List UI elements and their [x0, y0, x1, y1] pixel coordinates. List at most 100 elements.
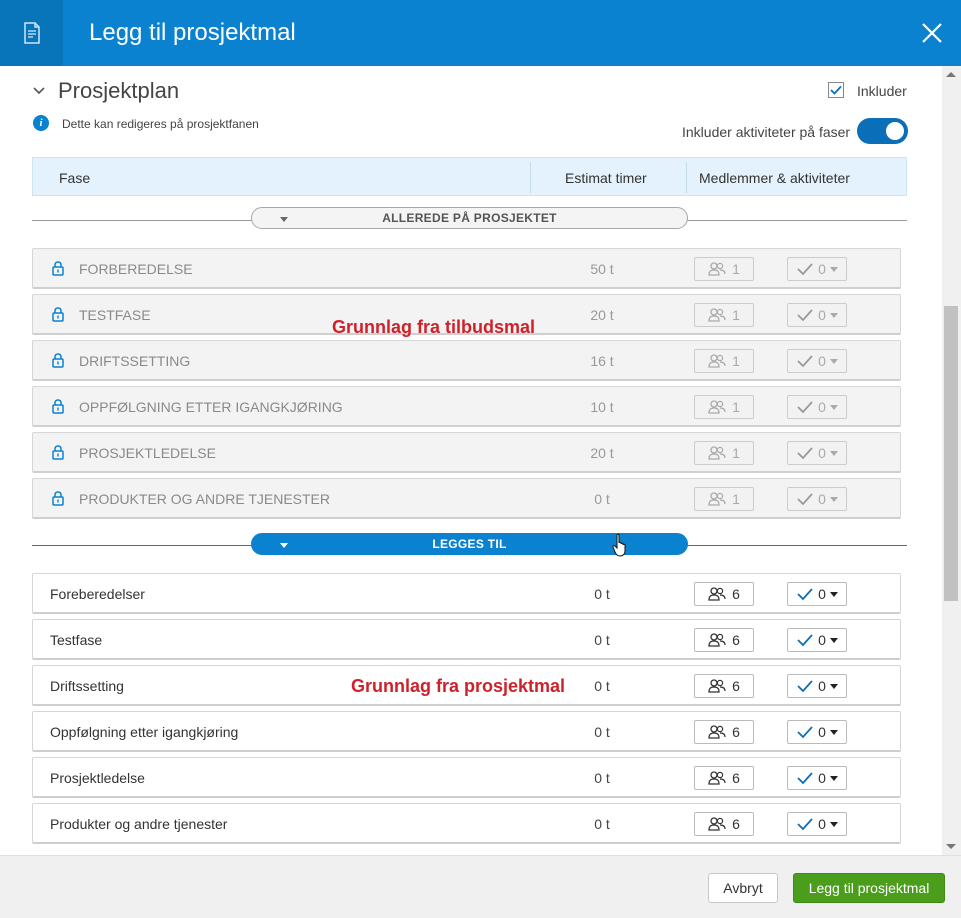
- scroll-up-icon[interactable]: [946, 72, 956, 77]
- table-row: Prosjektledelse 0 t 6 0: [32, 757, 901, 798]
- phase-estimate: 20 t: [590, 445, 614, 461]
- checkmark-icon: [796, 587, 814, 601]
- activities-dropdown[interactable]: 0: [787, 257, 847, 281]
- members-button[interactable]: 6: [694, 812, 754, 836]
- people-icon: [708, 725, 726, 739]
- members-count: 1: [732, 261, 740, 277]
- close-icon[interactable]: [919, 20, 945, 46]
- added-group-label: LEGGES TIL: [432, 537, 507, 551]
- include-label: Inkluder: [857, 83, 907, 99]
- activities-dropdown[interactable]: 0: [787, 441, 847, 465]
- checkmark-icon: [796, 400, 814, 414]
- checkmark-icon: [796, 771, 814, 785]
- dialog-header: Legg til prosjektmal: [0, 0, 961, 66]
- caret-down-icon: [829, 450, 838, 456]
- phase-estimate: 0 t: [594, 724, 610, 740]
- caret-down-icon: [829, 637, 838, 643]
- people-icon: [708, 446, 726, 460]
- caret-down-icon: [829, 821, 838, 827]
- lock-icon: [52, 261, 64, 281]
- people-icon: [708, 354, 726, 368]
- column-header-estimate: Estimat timer: [565, 170, 647, 186]
- add-project-template-button[interactable]: Legg til prosjektmal: [793, 873, 945, 903]
- phase-name: Driftssetting: [50, 678, 124, 694]
- phase-estimate: 0 t: [594, 816, 610, 832]
- include-checkbox[interactable]: [828, 82, 844, 98]
- phase-name: Oppfølgning etter igangkjøring: [50, 724, 239, 740]
- members-count: 1: [732, 353, 740, 369]
- checkmark-icon: [796, 308, 814, 322]
- members-button[interactable]: 6: [694, 582, 754, 606]
- phase-name: OPPFØLGNING ETTER IGANGKJØRING: [79, 399, 343, 415]
- people-icon: [708, 587, 726, 601]
- scroll-down-icon[interactable]: [946, 844, 956, 849]
- members-button[interactable]: 1: [694, 349, 754, 373]
- members-button[interactable]: 1: [694, 395, 754, 419]
- dialog-content: Prosjektplan Inkluder i Dette kan redige…: [0, 66, 942, 855]
- members-button[interactable]: 1: [694, 487, 754, 511]
- phase-estimate: 0 t: [594, 770, 610, 786]
- people-icon: [708, 400, 726, 414]
- activities-dropdown[interactable]: 0: [787, 487, 847, 511]
- people-icon: [708, 633, 726, 647]
- members-count: 1: [732, 491, 740, 507]
- members-button[interactable]: 6: [694, 628, 754, 652]
- existing-group-toggle[interactable]: ALLEREDE PÅ PROSJEKTET: [251, 207, 688, 229]
- members-button[interactable]: 6: [694, 674, 754, 698]
- include-activities-toggle[interactable]: [857, 118, 908, 144]
- members-count: 6: [732, 678, 740, 694]
- phase-name: FORBEREDELSE: [79, 261, 193, 277]
- activities-dropdown[interactable]: 0: [787, 628, 847, 652]
- annotation-added: Grunnlag fra prosjektmal: [351, 676, 566, 696]
- activities-dropdown[interactable]: 0: [787, 674, 847, 698]
- activities-count: 0: [818, 491, 826, 507]
- members-button[interactable]: 1: [694, 303, 754, 327]
- table-row: DRIFTSSETTING 16 t 1 0: [32, 340, 901, 381]
- dialog-footer: Avbryt Legg til prosjektmal: [0, 855, 961, 918]
- table-row: FORBEREDELSE 50 t 1 0: [32, 248, 901, 289]
- activities-count: 0: [818, 770, 826, 786]
- column-separator: [686, 162, 687, 193]
- activities-count: 0: [818, 816, 826, 832]
- activities-count: 0: [818, 307, 826, 323]
- activities-dropdown[interactable]: 0: [787, 766, 847, 790]
- phase-estimate: 16 t: [590, 353, 614, 369]
- phase-estimate: 0 t: [594, 632, 610, 648]
- hand-cursor-icon: [612, 533, 628, 564]
- activities-dropdown[interactable]: 0: [787, 395, 847, 419]
- activities-dropdown[interactable]: 0: [787, 582, 847, 606]
- activities-dropdown[interactable]: 0: [787, 349, 847, 373]
- chevron-down-icon[interactable]: [33, 83, 45, 101]
- members-button[interactable]: 1: [694, 257, 754, 281]
- checkmark-icon: [796, 262, 814, 276]
- phase-name: Prosjektledelse: [50, 770, 145, 786]
- activities-dropdown[interactable]: 0: [787, 812, 847, 836]
- activities-dropdown[interactable]: 0: [787, 720, 847, 744]
- activities-count: 0: [818, 678, 826, 694]
- checkmark-icon: [796, 354, 814, 368]
- toggle-knob: [886, 122, 904, 140]
- members-button[interactable]: 1: [694, 441, 754, 465]
- scroll-thumb[interactable]: [944, 306, 958, 601]
- activities-count: 0: [818, 261, 826, 277]
- phase-name: Testfase: [50, 632, 103, 648]
- scrollbar[interactable]: [942, 66, 961, 855]
- members-button[interactable]: 6: [694, 720, 754, 744]
- cancel-button[interactable]: Avbryt: [708, 873, 778, 903]
- members-count: 6: [732, 770, 740, 786]
- column-separator: [530, 162, 531, 193]
- members-button[interactable]: 6: [694, 766, 754, 790]
- caret-down-icon: [829, 266, 838, 272]
- caret-down-icon: [829, 496, 838, 502]
- lock-icon: [52, 399, 64, 419]
- phase-estimate: 20 t: [590, 307, 614, 323]
- phase-name: TESTFASE: [79, 307, 151, 323]
- phase-name: DRIFTSSETTING: [79, 353, 191, 369]
- people-icon: [708, 262, 726, 276]
- phase-estimate: 0 t: [594, 491, 610, 507]
- phase-name: Foreberedelser: [50, 586, 145, 602]
- table-row: Oppfølgning etter igangkjøring 0 t 6 0: [32, 711, 901, 752]
- table-row: PROSJEKTLEDELSE 20 t 1 0: [32, 432, 901, 473]
- activities-dropdown[interactable]: 0: [787, 303, 847, 327]
- table-row: Produkter og andre tjenester 0 t 6 0: [32, 803, 901, 844]
